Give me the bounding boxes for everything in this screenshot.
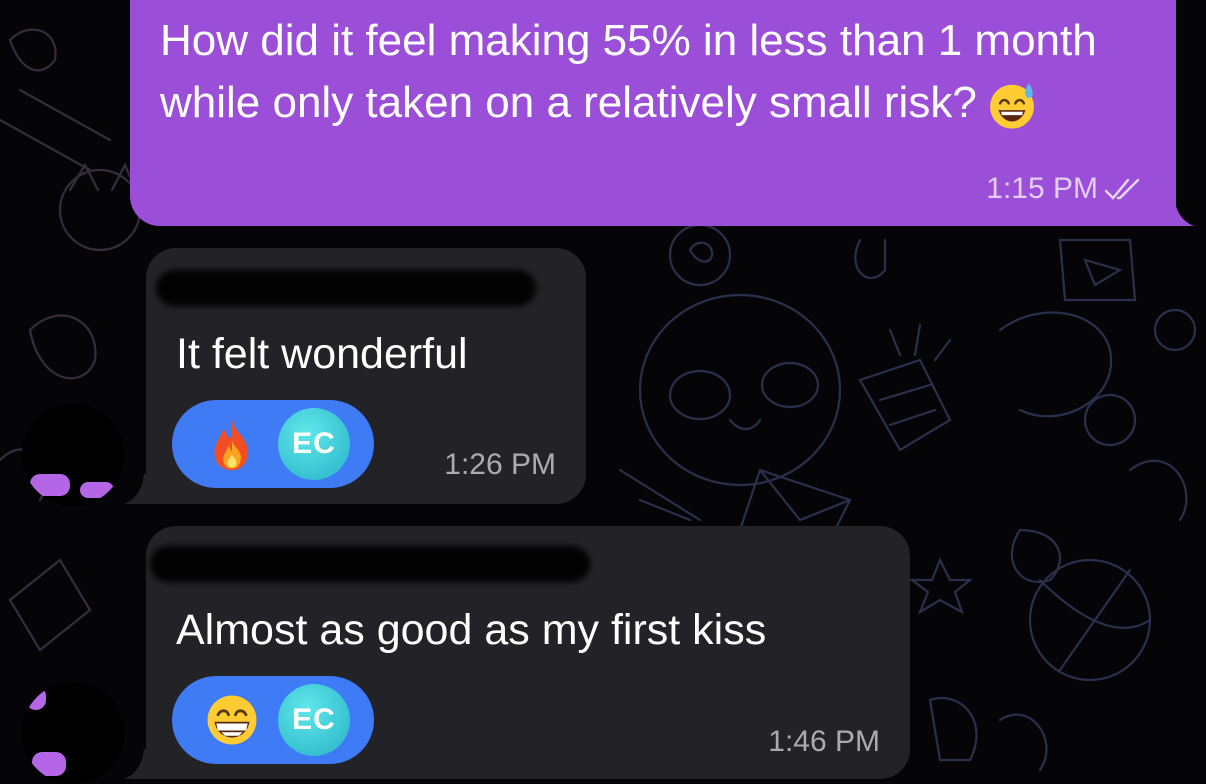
message-time: 1:26 PM	[444, 448, 556, 481]
fire-icon	[214, 419, 248, 471]
message-time: 1:15 PM	[986, 172, 1098, 205]
outgoing-message-text: How did it feel making 55% in less than …	[160, 10, 1160, 134]
grinning-face-with-sweat-icon	[989, 83, 1034, 129]
bubble-tail	[124, 474, 164, 504]
reaction-pill[interactable]: EC	[172, 676, 374, 764]
sender-name-redacted	[150, 546, 590, 582]
outgoing-message-meta: 1:15 PM	[986, 172, 1148, 206]
reaction-avatar: EC	[278, 684, 350, 756]
incoming-message-text: It felt wonderful	[176, 330, 468, 378]
message-time: 1:46 PM	[768, 725, 880, 758]
reaction-pill[interactable]: EC	[172, 400, 374, 488]
incoming-message-bubble[interactable]: Almost as good as my first kiss EC 1:46 …	[124, 526, 910, 779]
sender-avatar-redacted[interactable]	[22, 682, 124, 784]
outgoing-message-bubble[interactable]: How did it feel making 55% in less than …	[130, 0, 1194, 226]
message-body: How did it feel making 55% in less than …	[160, 16, 1097, 127]
reaction-avatar: EC	[278, 408, 350, 480]
sender-name-redacted	[156, 270, 536, 306]
bubble-tail	[124, 749, 164, 779]
grinning-face-with-smiling-eyes-icon	[207, 695, 257, 745]
double-check-read-icon	[1104, 178, 1140, 200]
sender-avatar-redacted[interactable]	[22, 404, 124, 506]
bubble-tail	[1154, 196, 1194, 226]
incoming-message-bubble[interactable]: It felt wonderful EC 1:26 PM	[124, 248, 586, 504]
incoming-message-text: Almost as good as my first kiss	[176, 606, 767, 654]
